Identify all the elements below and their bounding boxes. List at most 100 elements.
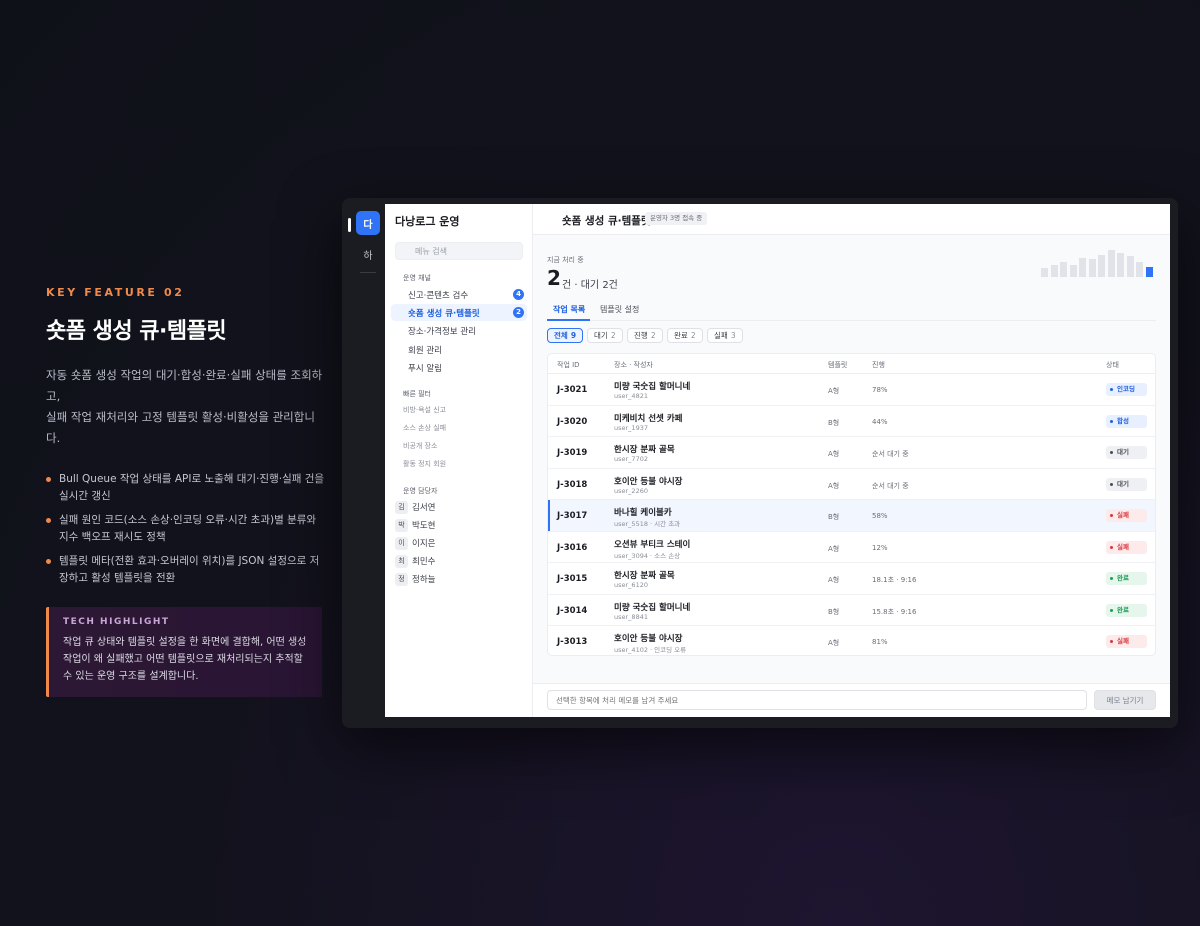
summary-label: 지금 처리 중: [547, 256, 584, 264]
avatar: 김: [395, 500, 408, 514]
feature-panel: KEY FEATURE 02 숏폼 생성 큐·템플릿 자동 숏폼 생성 작업의 …: [46, 286, 326, 697]
sidebar-item-label: 숏폼 생성 큐·템플릿: [408, 309, 480, 319]
place-name: 호이안 등불 야시장: [614, 476, 683, 487]
feature-bullet: 실패 원인 코드(소스 손상·인코딩 오류·시간 초과)별 분류와 지수 백오프…: [46, 512, 326, 546]
job-id: J-3014: [557, 605, 588, 616]
avatar: 최: [395, 554, 408, 568]
main-content: 숏폼 생성 큐·템플릿 운영자 3명 접속 중 지금 처리 중 2 건 · 대기…: [533, 204, 1170, 717]
sidebar-item-label: 신고·콘텐츠 검수: [408, 291, 469, 301]
quick-filter-item[interactable]: 활동 정지 회원: [403, 459, 446, 469]
sidebar-item-report-review[interactable]: 신고·콘텐츠 검수 4: [391, 286, 527, 303]
table-row[interactable]: J-3020 미케비치 선셋 카페 user_1937 B형 44% 합성: [548, 406, 1155, 437]
progress-text: 78%: [872, 386, 888, 394]
progress-text: 44%: [872, 417, 888, 426]
chip-count: 2: [650, 331, 656, 340]
staff-item[interactable]: 정 정하늘: [395, 572, 435, 586]
feature-bullet: 템플릿 메타(전환 효과·오버레이 위치)를 JSON 설정으로 저장하고 활성…: [46, 553, 326, 587]
template-type: A형: [828, 387, 840, 395]
quick-filter-item[interactable]: 소스 손상 실패: [403, 423, 446, 433]
table-row[interactable]: J-3014 미량 국숫집 할머니네 user_8841 B형 15.8초 · 9:16…: [548, 595, 1155, 626]
memo-footer: 메모 남기기: [533, 683, 1170, 717]
sidebar-item-shortform-queue[interactable]: 숏폼 생성 큐·템플릿 2: [391, 304, 527, 321]
column-header: 상태: [1106, 361, 1119, 369]
tech-highlight-body: 작업 큐 상태와 템플릿 설정을 한 화면에 결합해, 어떤 생성 작업이 왜 …: [63, 637, 307, 682]
staff-name: 정하늘: [412, 575, 436, 585]
feature-description: 자동 숏폼 생성 작업의 대기·합성·완료·실패 상태를 조회하고, 실패 작업…: [46, 365, 326, 449]
table-row[interactable]: J-3017 바나힐 케이블카 user_5518 · 시간 초과 B형 58% 실패: [548, 500, 1155, 532]
author-meta: user_6120: [614, 581, 648, 589]
memo-input[interactable]: [547, 690, 1087, 710]
progress-text: 18.1초 · 9:16: [872, 576, 917, 584]
sidebar-item-places[interactable]: 장소·가격정보 관리: [391, 322, 527, 339]
chip-count: 2: [690, 331, 696, 340]
status-badge: 실패: [1106, 509, 1147, 522]
status-badge: 완료: [1106, 572, 1147, 585]
progress-text: 순서 대기 중: [872, 481, 909, 490]
feature-kicker: KEY FEATURE 02: [46, 286, 185, 299]
table-row[interactable]: J-3016 오션뷰 부티크 스테이 user_3094 · 소스 손상 A형 12% 실…: [548, 532, 1155, 563]
staff-item[interactable]: 이 이지은: [395, 536, 435, 550]
feature-bullets: Bull Queue 작업 상태를 API로 노출해 대기·진행·실패 건을 실…: [46, 471, 326, 587]
progress-text: 58%: [872, 512, 888, 520]
quick-filter-item[interactable]: 비방·욕설 신고: [403, 405, 446, 415]
job-id: J-3016: [557, 542, 588, 553]
avatar: 이: [395, 536, 408, 550]
template-type: A형: [828, 576, 840, 584]
progress-text: 12%: [872, 543, 888, 552]
staff-item[interactable]: 최 최민수: [395, 554, 435, 568]
job-id: J-3017: [557, 511, 588, 521]
workspace-button-active[interactable]: 다: [356, 211, 380, 235]
staff-name: 이지은: [412, 539, 436, 549]
tab-underline: [547, 319, 590, 321]
filter-chip-fail[interactable]: 실패 3: [707, 328, 743, 343]
table-header: 작업 ID 장소 · 작성자 템플릿 진행 상태: [548, 354, 1155, 374]
progress-text: 81%: [872, 638, 888, 646]
sidebar-item-members[interactable]: 회원 관리: [391, 341, 527, 358]
filter-chip-all[interactable]: 전체 9: [547, 328, 584, 343]
column-header: 템플릿: [828, 361, 848, 369]
section-label-ops: 운영 채널: [403, 274, 431, 282]
tab-template-settings[interactable]: 템플릿 설정: [600, 304, 639, 315]
presence-badge: 운영자 3명 접속 중: [645, 212, 708, 225]
topbar: 숏폼 생성 큐·템플릿 운영자 3명 접속 중: [533, 204, 1170, 235]
table-row[interactable]: J-3015 한시장 분짜 골목 user_6120 A형 18.1초 · 9:16 완료: [548, 563, 1155, 595]
feature-desc-line: 실패 작업 재처리와 고정 템플릿 활성·비활성을 관리합니다.: [46, 410, 315, 445]
author-meta: user_2260: [614, 486, 648, 495]
menu-search-input[interactable]: 메뉴 검색: [395, 242, 523, 260]
memo-submit-button[interactable]: 메모 남기기: [1094, 690, 1156, 710]
tech-highlight-title: TECH HIGHLIGHT: [63, 617, 170, 627]
status-badge: 인코딩: [1106, 383, 1147, 396]
staff-name: 김서연: [412, 503, 436, 513]
sidebar: 다낭로그 운영 메뉴 검색 운영 채널 신고·콘텐츠 검수 4 숏폼 생성 큐·…: [385, 204, 533, 717]
place-name: 호이안 등불 야시장: [614, 634, 683, 644]
job-id: J-3013: [557, 637, 588, 647]
author-meta: user_1937: [614, 423, 648, 432]
place-name: 미케비치 선셋 카페: [614, 413, 683, 424]
staff-name: 최민수: [412, 557, 436, 567]
staff-item[interactable]: 김 김서연: [395, 500, 435, 514]
chip-label: 전체: [554, 331, 568, 340]
sparkline-bar: [1117, 253, 1124, 277]
job-id: J-3018: [557, 479, 588, 490]
page-title: 숏폼 생성 큐·템플릿: [562, 215, 651, 227]
table-row[interactable]: J-3018 호이안 등불 야시장 user_2260 A형 순서 대기 중 대기: [548, 469, 1155, 500]
workspace-button[interactable]: 하: [356, 242, 380, 266]
section-label-staff: 운영 담당자: [403, 487, 438, 495]
sparkline-bar: [1041, 268, 1048, 277]
table-row[interactable]: J-3013 호이안 등불 야시장 user_4102 · 인코딩 오류 A형 81% 실…: [548, 626, 1155, 655]
filter-chip-wait[interactable]: 대기 2: [587, 328, 623, 343]
sidebar-item-push[interactable]: 푸시 알림: [391, 359, 527, 376]
status-badge: 실패: [1106, 635, 1147, 648]
filter-chip-progress[interactable]: 진행 2: [627, 328, 663, 343]
quick-filter-item[interactable]: 비공개 장소: [403, 441, 437, 451]
tab-job-list[interactable]: 작업 목록: [553, 304, 585, 315]
staff-item[interactable]: 박 박도현: [395, 518, 435, 532]
table-row[interactable]: J-3019 한시장 분짜 골목 user_7702 A형 순서 대기 중 대기: [548, 437, 1155, 469]
template-type: A형: [828, 450, 840, 458]
column-header: 작업 ID: [557, 361, 580, 369]
author-meta: user_3094 · 소스 손상: [614, 551, 681, 560]
filter-chip-done[interactable]: 완료 2: [667, 328, 703, 343]
template-type: A형: [828, 639, 840, 647]
job-id: J-3019: [557, 448, 588, 458]
table-row[interactable]: J-3021 미량 국숫집 할머니네 user_4821 A형 78% 인코딩: [548, 374, 1155, 406]
